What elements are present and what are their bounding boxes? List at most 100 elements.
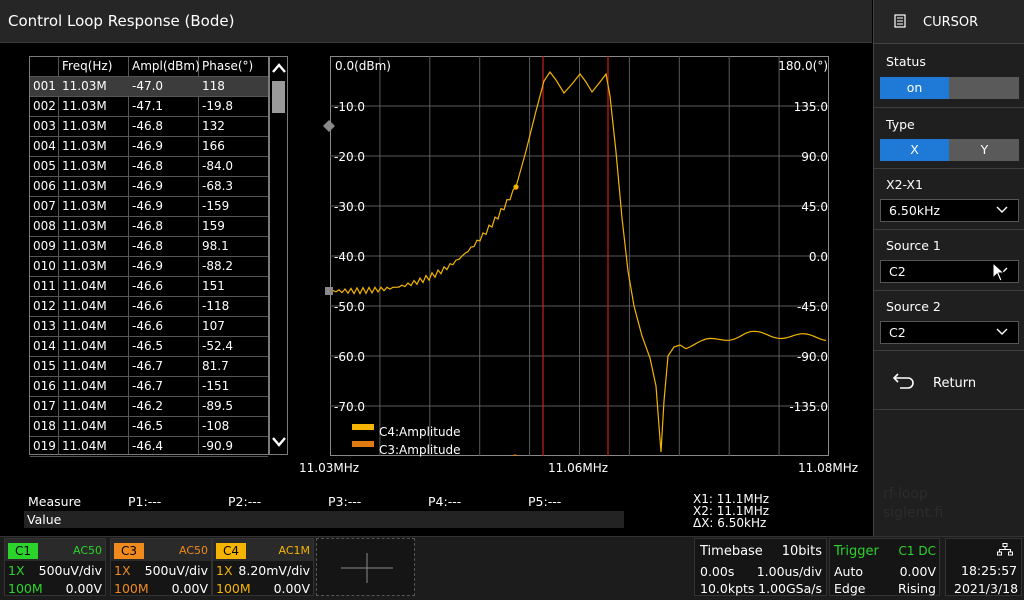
c3-trace-marker [512, 454, 518, 456]
screen: Control Loop Response (Bode) Freq(Hz) Am… [0, 0, 1024, 600]
table-row[interactable]: 003 11.03M -46.8 132 [30, 117, 268, 137]
row-ampl: -46.6 [132, 279, 164, 293]
ground-marker-icon[interactable] [324, 286, 334, 296]
status-toggle[interactable]: on [880, 77, 1019, 99]
y-axis-label-left: -70.0 [334, 400, 366, 414]
x-axis-label-end: 11.08MHz [798, 461, 859, 475]
row-index: 009 [33, 239, 56, 253]
timebase-panel[interactable]: Timebase 10bits 0.00s 1.00us/div 10.0kpt… [694, 538, 827, 596]
row-freq: 11.03M [62, 119, 107, 133]
clock-panel[interactable]: 18:25:57 2021/3/18 [945, 538, 1022, 596]
measure-p4[interactable]: P4:--- [428, 494, 461, 509]
row-freq: 11.03M [62, 259, 107, 273]
type-x-option[interactable]: X [880, 139, 949, 161]
table-row[interactable]: 001 11.03M -47.0 118 [30, 77, 268, 97]
row-ampl: -46.8 [132, 219, 164, 233]
row-phase: -90.9 [202, 439, 234, 453]
scroll-up-icon[interactable] [271, 61, 287, 75]
y-axis-label-left: -60.0 [334, 350, 366, 364]
row-ampl: -46.7 [132, 359, 164, 373]
row-ampl: -46.8 [132, 239, 164, 253]
table-scrollbar[interactable] [269, 56, 288, 455]
type-toggle[interactable]: X Y [880, 139, 1019, 161]
bode-plot[interactable] [330, 56, 829, 456]
channel-coupling: AC50 [72, 544, 102, 557]
scrollbar-thumb[interactable] [272, 81, 285, 113]
channel-scale: 500uV/div [144, 563, 208, 578]
row-phase: -118 [202, 299, 230, 313]
type-y-option[interactable]: Y [950, 139, 1019, 161]
table-row[interactable]: 019 11.04M -46.4 -90.9 [30, 437, 268, 457]
cursor-panel-header[interactable]: CURSOR [874, 0, 1024, 44]
chevron-down-icon [996, 328, 1008, 335]
title-bar: Control Loop Response (Bode) [0, 0, 872, 43]
channel-c4-panel[interactable]: C4 AC1M 1X 8.20mV/div 100M 0.00V [212, 538, 314, 596]
table-row[interactable]: 017 11.04M -46.2 -89.5 [30, 397, 268, 417]
table-row[interactable]: 013 11.04M -46.6 107 [30, 317, 268, 337]
row-freq: 11.03M [62, 79, 107, 93]
panel-divider [874, 409, 1024, 410]
measure-p3[interactable]: P3:--- [328, 494, 361, 509]
network-icon [997, 543, 1013, 556]
channel-bandwidth: 100M [8, 581, 43, 596]
row-phase: -108 [202, 419, 230, 433]
table-row[interactable]: 014 11.04M -46.5 -52.4 [30, 337, 268, 357]
table-row[interactable]: 006 11.03M -46.9 -68.3 [30, 177, 268, 197]
return-button[interactable]: Return [874, 351, 1024, 409]
row-ampl: -46.9 [132, 139, 164, 153]
channel-c3-panel[interactable]: C3 AC50 1X 500uV/div 100M 0.00V [110, 538, 212, 596]
watermark-line-2: siglent.fi [883, 505, 944, 521]
row-ampl: -46.9 [132, 259, 164, 273]
timebase-bits: 10bits [781, 544, 822, 559]
channel-tag: C3 [114, 543, 144, 559]
level-marker-icon[interactable] [322, 119, 336, 133]
table-row[interactable]: 008 11.03M -46.8 159 [30, 217, 268, 237]
status-off-option[interactable] [950, 77, 1019, 99]
x-axis-label-start: 11.03MHz [299, 461, 360, 475]
y-axis-label-right: -135.0 [789, 400, 828, 414]
table-row[interactable]: 010 11.03M -46.9 -88.2 [30, 257, 268, 277]
add-channel-slot[interactable] [316, 538, 415, 596]
measure-p1[interactable]: P1:--- [128, 494, 161, 509]
row-phase: 166 [202, 139, 225, 153]
row-freq: 11.03M [62, 199, 107, 213]
row-phase: 98.1 [202, 239, 229, 253]
y-axis-label-right: 135.0 [793, 100, 828, 114]
row-phase: 107 [202, 319, 225, 333]
table-row[interactable]: 009 11.03M -46.8 98.1 [30, 237, 268, 257]
crosshair-icon [341, 553, 393, 583]
row-ampl: -46.9 [132, 199, 164, 213]
table-row[interactable]: 002 11.03M -47.1 -19.8 [30, 97, 268, 117]
channel-c1-panel[interactable]: C1 AC50 1X 500uV/div 100M 0.00V [4, 538, 106, 596]
table-row[interactable]: 012 11.04M -46.6 -118 [30, 297, 268, 317]
row-index: 008 [33, 219, 56, 233]
channel-coupling: AC50 [178, 544, 208, 557]
scroll-down-icon[interactable] [271, 435, 287, 449]
status-on-option[interactable]: on [880, 77, 949, 99]
x2x1-dropdown[interactable]: 6.50kHz [880, 199, 1019, 222]
table-row[interactable]: 011 11.04M -46.6 151 [30, 277, 268, 297]
measure-p5[interactable]: P5:--- [528, 494, 561, 509]
measure-p2[interactable]: P2:--- [228, 494, 261, 509]
trigger-panel[interactable]: Trigger C1 DC Auto 0.00V Edge Rising [829, 538, 940, 596]
row-freq: 11.04M [62, 279, 107, 293]
row-freq: 11.03M [62, 99, 107, 113]
table-row[interactable]: 005 11.03M -46.8 -84.0 [30, 157, 268, 177]
row-phase: 118 [202, 79, 225, 93]
table-row[interactable]: 015 11.04M -46.7 81.7 [30, 357, 268, 377]
source1-label: Source 1 [886, 238, 941, 253]
table-row[interactable]: 018 11.04M -46.5 -108 [30, 417, 268, 437]
row-phase: 81.7 [202, 359, 229, 373]
row-freq: 11.04M [62, 319, 107, 333]
timebase-label: Timebase [700, 544, 763, 559]
row-ampl: -47.1 [132, 99, 164, 113]
table-row[interactable]: 004 11.03M -46.9 166 [30, 137, 268, 157]
row-ampl: -46.4 [132, 439, 164, 453]
table-row[interactable]: 016 11.04M -46.7 -151 [30, 377, 268, 397]
trigger-label: Trigger [834, 544, 879, 559]
measure-value-label: Value [27, 512, 62, 527]
data-table[interactable]: Freq(Hz) Ampl(dBm) Phase(°) 001 11.03M -47… [29, 56, 269, 457]
channel-coupling: AC1M [278, 544, 310, 557]
source2-dropdown[interactable]: C2 [880, 321, 1019, 344]
table-row[interactable]: 007 11.03M -46.9 -159 [30, 197, 268, 217]
